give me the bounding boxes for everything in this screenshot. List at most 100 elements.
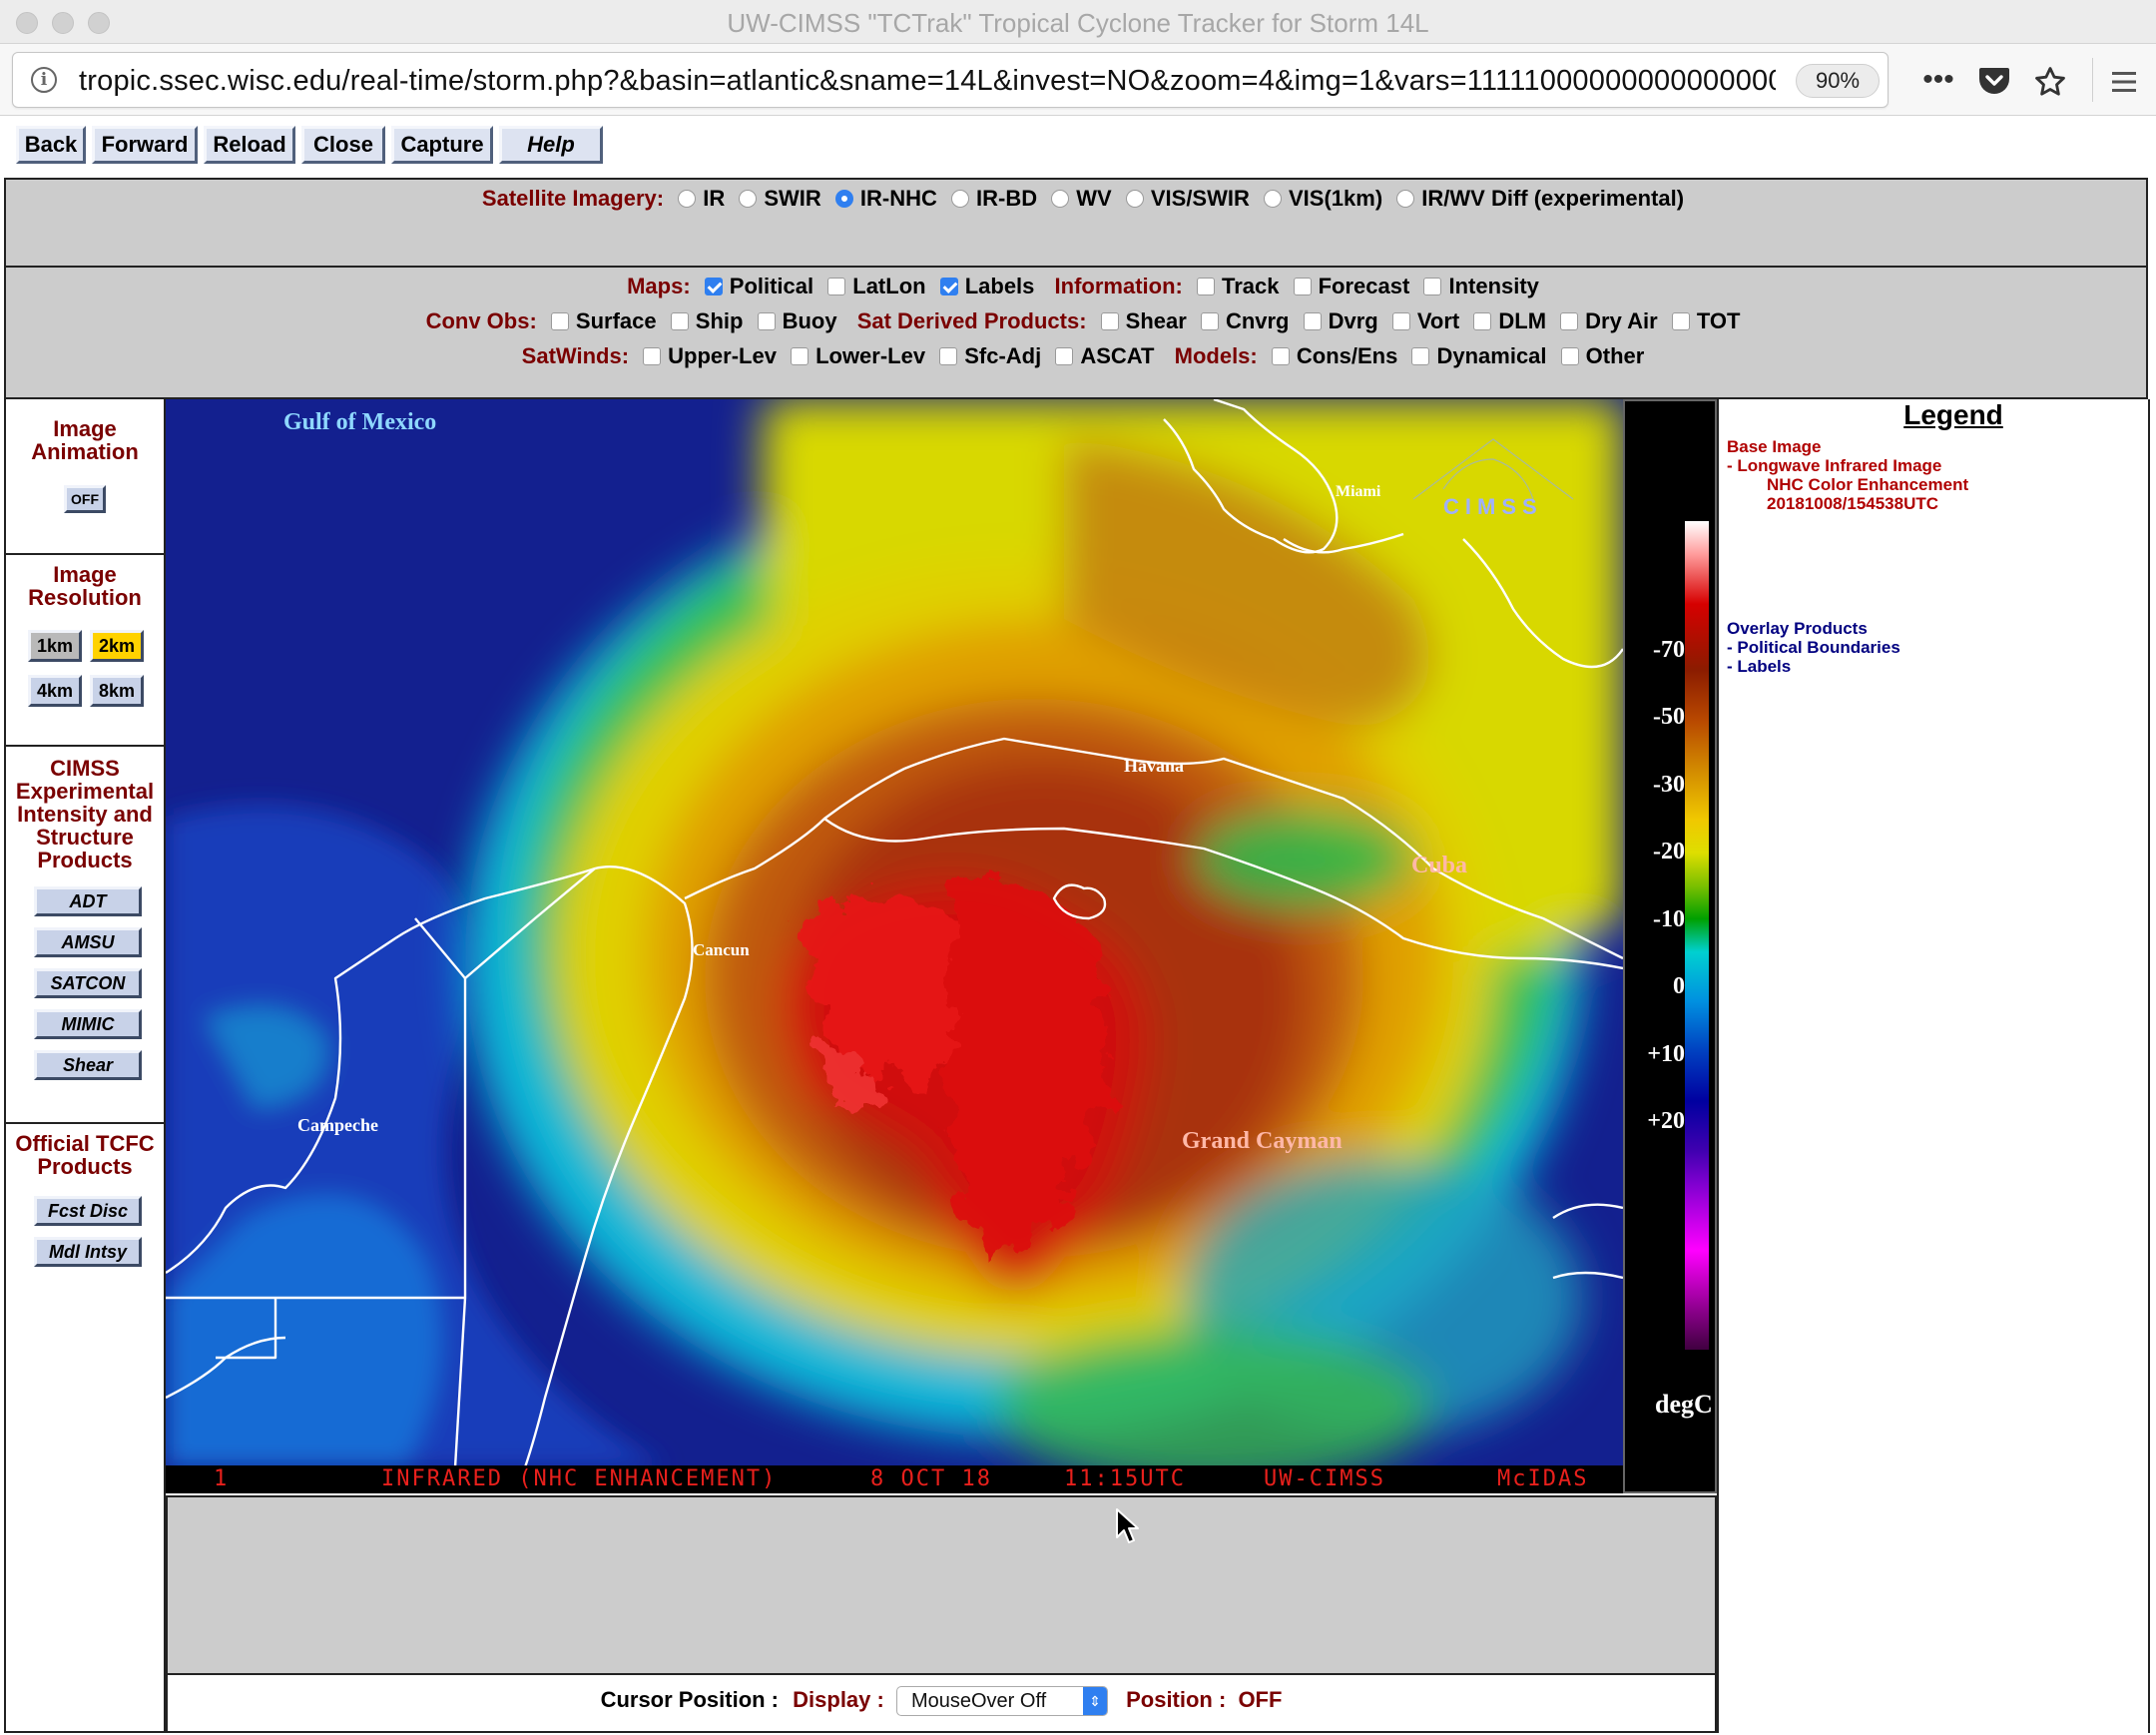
check-buoy[interactable]: Buoy — [757, 308, 837, 334]
check-latlon[interactable]: LatLon — [827, 274, 926, 299]
sat-option-wv[interactable]: WV — [1051, 186, 1112, 212]
check-ship[interactable]: Ship — [670, 308, 743, 334]
check-other[interactable]: Other — [1560, 343, 1644, 369]
checkbox-icon[interactable] — [1303, 312, 1322, 330]
check-tot[interactable]: TOT — [1671, 308, 1740, 334]
back-button[interactable]: Back — [16, 126, 86, 164]
check-dlm[interactable]: DLM — [1473, 308, 1546, 334]
legend-overlay-line: - Labels — [1727, 657, 1792, 676]
pocket-icon[interactable] — [1976, 62, 2012, 102]
checkbox-checked-icon[interactable] — [704, 278, 723, 295]
option-label: SWIR — [764, 186, 821, 211]
check-sfc-adj[interactable]: Sfc-Adj — [939, 343, 1041, 369]
sat-option-vis-swir[interactable]: VIS/SWIR — [1125, 186, 1250, 212]
check-cnvrg[interactable]: Cnvrg — [1200, 308, 1290, 334]
caption-source: UW-CIMSS — [1264, 1466, 1385, 1491]
checkbox-icon[interactable] — [1671, 312, 1690, 330]
radio-icon[interactable] — [739, 190, 758, 208]
satellite-imagery-label: Satellite Imagery: — [481, 186, 665, 211]
checkbox-icon[interactable] — [1473, 312, 1492, 330]
radio-icon[interactable] — [1051, 190, 1070, 208]
info-icon[interactable]: i — [31, 67, 57, 93]
option-label: IR-BD — [976, 186, 1038, 211]
check-dvrg[interactable]: Dvrg — [1303, 308, 1378, 334]
checkbox-icon[interactable] — [1423, 278, 1442, 295]
sat-option-ir-wv-diff[interactable]: IR/WV Diff (experimental) — [1396, 186, 1684, 212]
display-mode-select[interactable]: MouseOver Off ⇕ — [895, 1686, 1108, 1717]
radio-icon[interactable] — [1125, 190, 1144, 208]
zoom-level-indicator[interactable]: 90% — [1796, 64, 1880, 98]
check-cons-ens[interactable]: Cons/Ens — [1271, 343, 1397, 369]
satellite-image-rendering: CIMSS — [166, 399, 1623, 1467]
help-button[interactable]: Help — [499, 126, 603, 164]
checkbox-icon[interactable] — [791, 347, 809, 365]
close-button[interactable]: Close — [301, 126, 385, 164]
checkbox-icon[interactable] — [1560, 312, 1579, 330]
hamburger-menu-icon[interactable] — [2104, 62, 2144, 102]
star-icon[interactable] — [2030, 62, 2070, 102]
radio-icon[interactable] — [678, 190, 697, 208]
res-8km-button[interactable]: 8km — [90, 675, 144, 707]
tick-label: -30 — [1653, 772, 1685, 798]
address-bar[interactable]: i tropic.ssec.wisc.edu/real-time/storm.p… — [12, 52, 1888, 108]
radio-icon[interactable] — [1396, 190, 1415, 208]
checkbox-checked-icon[interactable] — [939, 278, 958, 295]
url-text[interactable]: tropic.ssec.wisc.edu/real-time/storm.php… — [79, 65, 1776, 98]
checkbox-icon[interactable] — [1560, 347, 1579, 365]
checkbox-icon[interactable] — [670, 312, 689, 330]
res-2km-button[interactable]: 2km — [90, 630, 144, 662]
check-upper-lev[interactable]: Upper-Lev — [643, 343, 777, 369]
mimic-button[interactable]: MIMIC — [34, 1009, 142, 1039]
checkbox-icon[interactable] — [827, 278, 846, 295]
radio-selected-icon[interactable] — [834, 190, 853, 208]
select-arrow-icon[interactable]: ⇕ — [1082, 1687, 1107, 1716]
checkbox-icon[interactable] — [1411, 347, 1430, 365]
checkbox-icon[interactable] — [757, 312, 776, 330]
check-track[interactable]: Track — [1196, 274, 1279, 299]
check-forecast[interactable]: Forecast — [1293, 274, 1409, 299]
checkbox-icon[interactable] — [1391, 312, 1410, 330]
more-icon[interactable]: ••• — [1920, 62, 1956, 102]
sat-option-ir-bd[interactable]: IR-BD — [951, 186, 1037, 212]
checkbox-icon[interactable] — [643, 347, 662, 365]
check-labels[interactable]: Labels — [939, 274, 1034, 299]
checkbox-icon[interactable] — [1196, 278, 1215, 295]
check-shear[interactable]: Shear — [1100, 308, 1187, 334]
checkbox-icon[interactable] — [1055, 347, 1074, 365]
check-vort[interactable]: Vort — [1391, 308, 1459, 334]
mdl-intsy-button[interactable]: Mdl Intsy — [34, 1237, 142, 1267]
shear-button[interactable]: Shear — [34, 1050, 142, 1080]
radio-icon[interactable] — [951, 190, 970, 208]
sat-derived-label: Sat Derived Products: — [856, 308, 1087, 333]
forward-button[interactable]: Forward — [92, 126, 198, 164]
check-intensity[interactable]: Intensity — [1423, 274, 1539, 299]
satellite-image[interactable]: CIMSS Gulf of Mexico Miami Havana Cuba C… — [166, 399, 1623, 1493]
check-dry-air[interactable]: Dry Air — [1560, 308, 1658, 334]
reload-button[interactable]: Reload — [204, 126, 295, 164]
checkbox-icon[interactable] — [1200, 312, 1219, 330]
satcon-button[interactable]: SATCON — [34, 968, 142, 998]
sat-option-swir[interactable]: SWIR — [739, 186, 821, 212]
res-4km-button[interactable]: 4km — [28, 675, 82, 707]
sat-option-ir-nhc[interactable]: IR-NHC — [834, 186, 937, 212]
res-1km-button[interactable]: 1km — [28, 630, 82, 662]
check-dynamical[interactable]: Dynamical — [1411, 343, 1547, 369]
checkbox-icon[interactable] — [1100, 312, 1119, 330]
check-political[interactable]: Political — [704, 274, 813, 299]
checkbox-icon[interactable] — [1271, 347, 1290, 365]
fcst-disc-button[interactable]: Fcst Disc — [34, 1196, 142, 1226]
sat-option-ir[interactable]: IR — [678, 186, 725, 212]
capture-button[interactable]: Capture — [391, 126, 493, 164]
animation-off-button[interactable]: OFF — [64, 485, 106, 513]
check-ascat[interactable]: ASCAT — [1055, 343, 1155, 369]
adt-button[interactable]: ADT — [34, 886, 142, 916]
checkbox-icon[interactable] — [550, 312, 569, 330]
checkbox-icon[interactable] — [939, 347, 958, 365]
sat-option-vis-1km[interactable]: VIS(1km) — [1264, 186, 1382, 212]
radio-icon[interactable] — [1264, 190, 1282, 208]
caption-product: INFRARED (NHC ENHANCEMENT) — [381, 1466, 778, 1491]
amsu-button[interactable]: AMSU — [34, 927, 142, 957]
check-lower-lev[interactable]: Lower-Lev — [791, 343, 925, 369]
checkbox-icon[interactable] — [1293, 278, 1312, 295]
check-surface[interactable]: Surface — [550, 308, 657, 334]
